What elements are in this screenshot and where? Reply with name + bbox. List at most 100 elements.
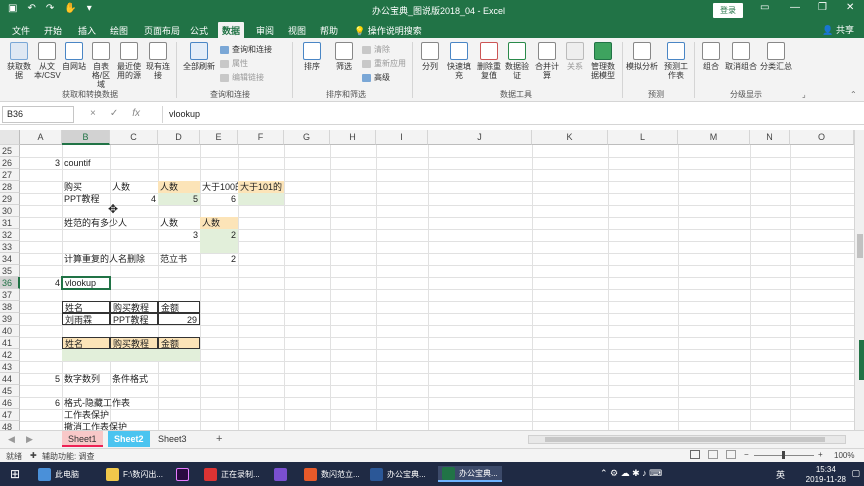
tab-formulas[interactable]: 公式 [186, 22, 212, 38]
cell-b34[interactable]: 计算重复的人名删除 [62, 253, 158, 265]
row-header[interactable]: 40 [0, 325, 20, 337]
zoom-level[interactable]: 100% [834, 451, 854, 460]
vertical-scrollbar[interactable] [854, 130, 864, 430]
system-tray-icons[interactable]: ⌃ ⚙ ☁ ✱ ♪ ⌨ [600, 468, 662, 479]
cell-b39[interactable]: 刘雨霖 [62, 313, 110, 325]
cell-a44[interactable]: 5 [20, 373, 62, 385]
row-header[interactable]: 44 [0, 373, 20, 385]
tab-insert[interactable]: 插入 [74, 22, 100, 38]
row-header[interactable]: 45 [0, 385, 20, 397]
cell-d29[interactable]: 5 [158, 193, 200, 205]
advanced-button[interactable]: 高级 [362, 72, 390, 83]
clock[interactable]: 15:34 2019-11-28 [806, 465, 846, 485]
collapse-ribbon-icon[interactable]: ⌃ [850, 90, 857, 99]
cell-e32[interactable]: 2 [200, 229, 238, 253]
cell-c41[interactable]: 购买教程 [110, 337, 158, 349]
sheet-tab-2[interactable]: Sheet2 [108, 431, 150, 447]
cell-e28[interactable]: 大于100的 [200, 181, 238, 193]
share-button[interactable]: 👤 共享 [822, 23, 854, 36]
sort-button[interactable]: 排序 [300, 42, 324, 71]
row-header[interactable]: 36 [0, 277, 20, 289]
minimize-icon[interactable]: — [790, 2, 800, 13]
zoom-in-icon[interactable]: + [818, 450, 823, 459]
recent-sources-button[interactable]: 最近使用的源 [116, 42, 142, 80]
cell-a36[interactable]: 4 [20, 277, 62, 289]
vertical-scroll-thumb[interactable] [857, 234, 863, 258]
enter-icon[interactable]: ✓ [110, 108, 118, 119]
windows-start-icon[interactable]: ⊞ [10, 467, 20, 481]
sheet-tab-3[interactable]: Sheet3 [152, 431, 193, 447]
manage-data-model-button[interactable]: 管理数据模型 [588, 42, 618, 80]
row-header[interactable]: 28 [0, 181, 20, 193]
cell-b44[interactable]: 数字数列 [62, 373, 110, 385]
tab-draw[interactable]: 绘图 [106, 22, 132, 38]
page-layout-view-icon[interactable] [708, 450, 718, 459]
tab-help[interactable]: 帮助 [316, 22, 342, 38]
get-data-button[interactable]: 获取数据 [4, 42, 34, 80]
tab-home[interactable]: 开始 [40, 22, 66, 38]
row-header[interactable]: 27 [0, 169, 20, 181]
sheet-tab-1[interactable]: Sheet1 [62, 431, 103, 447]
cell-b48[interactable]: 撤消工作表保护 [62, 421, 158, 430]
touch-icon[interactable]: ✋ [64, 3, 76, 14]
col-header-f[interactable]: F [238, 130, 284, 145]
refresh-all-button[interactable]: 全部刷新 [182, 42, 216, 71]
tab-data[interactable]: 数据 [218, 22, 245, 38]
cell-d41[interactable]: 金额 [158, 337, 200, 349]
cell-f29[interactable] [238, 193, 284, 205]
undo-icon[interactable]: ↶ [27, 3, 35, 14]
text-to-columns-button[interactable]: 分列 [418, 42, 442, 71]
queries-connections-button[interactable]: 查询和连接 [220, 44, 272, 55]
cell-e29[interactable]: 6 [200, 193, 238, 205]
customize-icon[interactable]: ▾ [87, 3, 92, 14]
filter-button[interactable]: 筛选 [332, 42, 356, 71]
spreadsheet-grid[interactable]: A B C D E F G H I J K L M N O 25 26 27 2… [0, 130, 854, 430]
cell-c28[interactable]: 人数 [110, 181, 158, 193]
col-header-g[interactable]: G [284, 130, 330, 145]
col-header-i[interactable]: I [376, 130, 428, 145]
edit-links-button[interactable]: 编辑链接 [220, 72, 264, 83]
col-header-d[interactable]: D [158, 130, 200, 145]
col-header-b[interactable]: B [62, 130, 110, 145]
cancel-icon[interactable]: × [90, 108, 96, 119]
cell-d34[interactable]: 范立书 [158, 253, 200, 265]
cell-c39[interactable]: PPT教程 [110, 313, 158, 325]
row-header[interactable]: 25 [0, 145, 20, 157]
from-text-csv-button[interactable]: 从文本/CSV [34, 42, 61, 80]
page-break-view-icon[interactable] [726, 450, 736, 459]
cell-c44[interactable]: 条件格式 [110, 373, 158, 385]
taskbar-item-recording[interactable]: 正在录制... [204, 466, 260, 482]
from-web-button[interactable]: 自网站 [62, 42, 86, 71]
close-icon[interactable]: ✕ [846, 2, 854, 13]
dialog-launcher-icon[interactable]: ⌟ [802, 90, 806, 99]
col-header-c[interactable]: C [110, 130, 158, 145]
row-header[interactable]: 30 [0, 205, 20, 217]
cell-e34[interactable]: 2 [200, 253, 238, 265]
row-header[interactable]: 34 [0, 253, 20, 265]
cell-d28[interactable]: 人数 [158, 181, 200, 193]
row-header[interactable]: 43 [0, 361, 20, 373]
tab-page-layout[interactable]: 页面布局 [140, 22, 184, 38]
ungroup-button[interactable]: 取消组合 [724, 42, 758, 71]
row-header[interactable]: 35 [0, 265, 20, 277]
cell-c38[interactable]: 购买教程 [110, 301, 158, 313]
notification-icon[interactable]: ▢ [851, 468, 860, 479]
remove-duplicates-button[interactable]: 删除重复值 [476, 42, 502, 80]
cell-d39[interactable]: 29 [158, 313, 200, 325]
row-header[interactable]: 37 [0, 289, 20, 301]
col-header-e[interactable]: E [200, 130, 238, 145]
taskbar-item-browser[interactable]: 数闪范立... [304, 466, 360, 482]
cell-b26[interactable]: countif [62, 157, 110, 169]
login-button[interactable]: 登录 [713, 3, 743, 18]
properties-button[interactable]: 属性 [220, 58, 248, 69]
tab-view[interactable]: 视图 [284, 22, 310, 38]
col-header-a[interactable]: A [20, 130, 62, 145]
horizontal-scroll-thumb[interactable] [545, 437, 825, 442]
cell-d38[interactable]: 金额 [158, 301, 200, 313]
maximize-icon[interactable]: ❐ [818, 2, 827, 13]
cell-a46[interactable]: 6 [20, 397, 62, 409]
range-b42-d42[interactable] [62, 349, 200, 361]
row-header[interactable]: 48 [0, 421, 20, 430]
what-if-analysis-button[interactable]: 模拟分析 [626, 42, 658, 71]
row-header[interactable]: 47 [0, 409, 20, 421]
